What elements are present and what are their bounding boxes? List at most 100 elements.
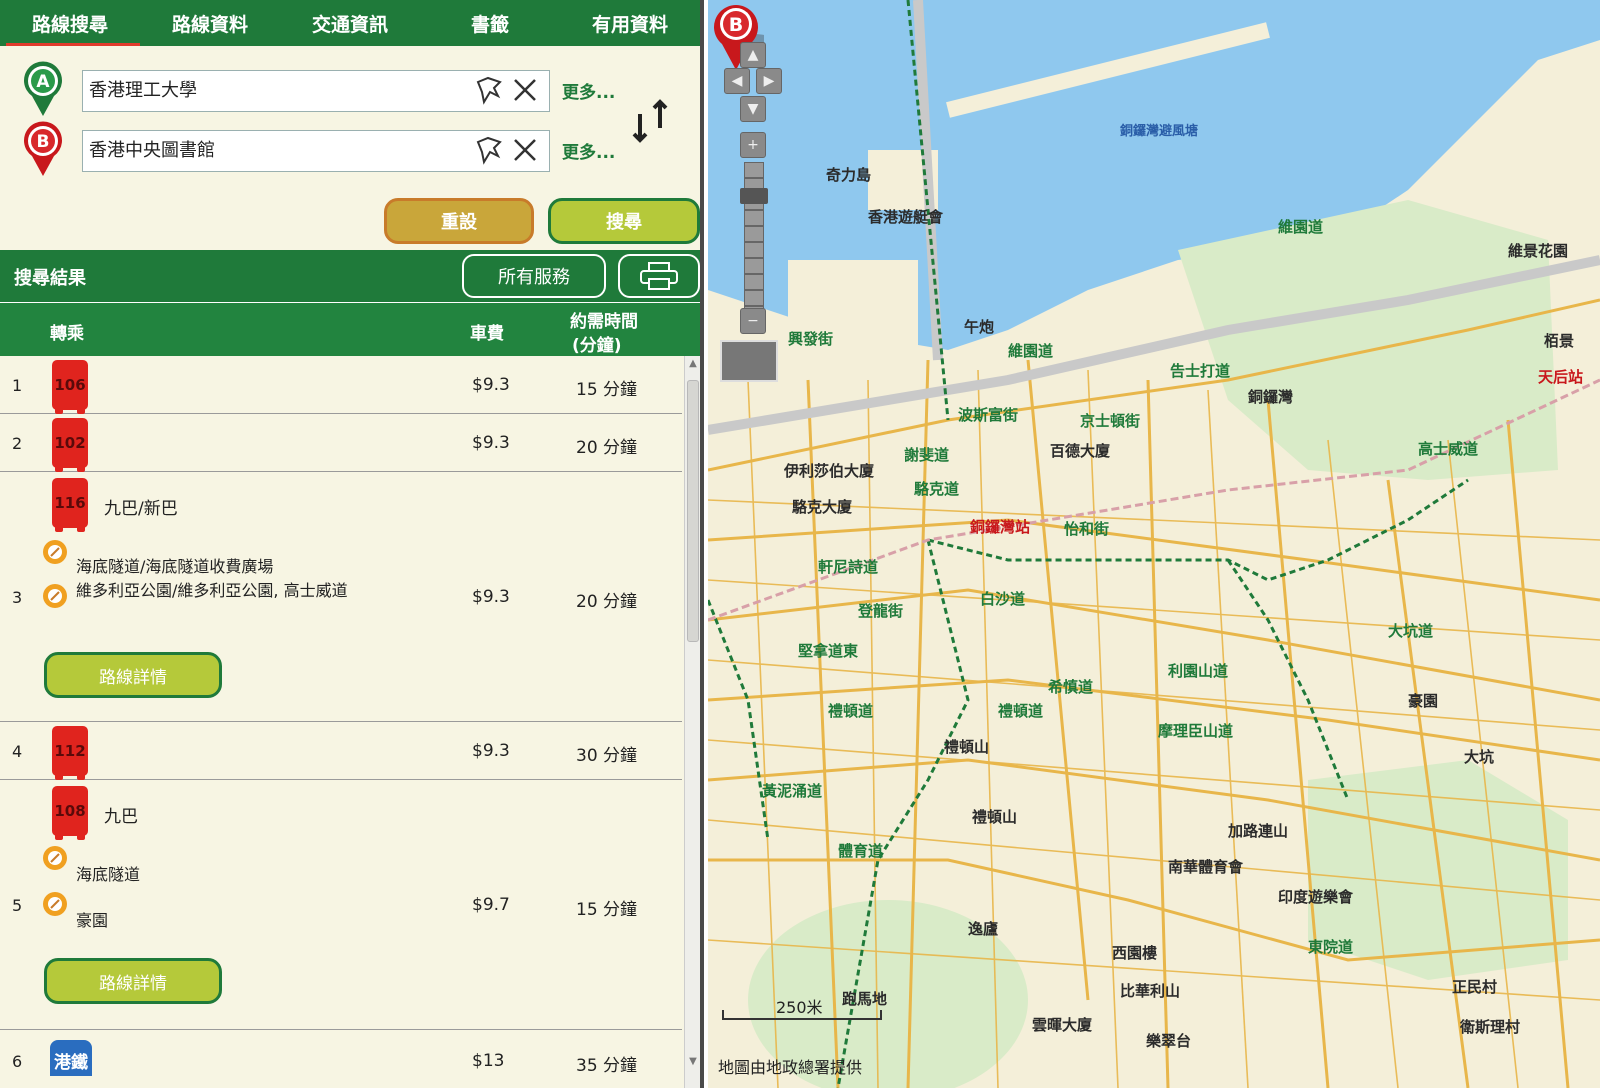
pan-left-icon[interactable]: ◀ <box>724 68 750 94</box>
map-label: 高士威道 <box>1418 440 1479 458</box>
zoom-slider[interactable] <box>744 162 764 312</box>
map-label: 軒尼詩道 <box>818 558 879 576</box>
row-number: 6 <box>12 1052 23 1071</box>
tab-route-info[interactable]: 路線資料 <box>140 0 280 46</box>
bus-route-icon: 116 <box>52 478 88 532</box>
map-label: 正民村 <box>1452 978 1498 996</box>
row-stop-2: 維多利亞公園/維多利亞公園, 高士威道 <box>76 581 348 600</box>
scroll-thumb[interactable] <box>687 380 699 642</box>
pin-b-icon: B <box>23 121 62 176</box>
row-fare: $9.3 <box>472 741 510 761</box>
row-number: 5 <box>12 896 23 915</box>
map-label: 大坑道 <box>1388 622 1434 640</box>
scroll-up-arrow-icon[interactable]: ▲ <box>685 358 700 372</box>
origin-more-link[interactable]: 更多... <box>562 78 615 103</box>
map-label: 波斯富街 <box>958 406 1019 424</box>
row-fare: $13 <box>472 1051 505 1071</box>
tab-traffic-news[interactable]: 交通資訊 <box>280 0 420 46</box>
map-credit: 地圖由地政總署提供 <box>718 1058 863 1077</box>
map-label: 銅鑼灣站 <box>970 518 1031 536</box>
row-stop-2: 豪園 <box>76 911 109 930</box>
tab-useful-info[interactable]: 有用資料 <box>560 0 700 46</box>
row-stop-1: 海底隧道 <box>76 865 141 884</box>
table-row[interactable]: 116 九巴/新巴 海底隧道/海底隧道收費廣場 維多利亞公園/維多利亞公園, 高… <box>0 472 682 722</box>
tab-bookmarks[interactable]: 書籤 <box>420 0 560 46</box>
row-fare: $9.3 <box>472 433 510 453</box>
map-label: 摩理臣山道 <box>1158 722 1234 740</box>
stop-pin-icon <box>43 846 67 870</box>
tab-route-search[interactable]: 路線搜尋 <box>0 0 140 46</box>
map-label: 西園樓 <box>1112 944 1158 962</box>
map-label: 禮頓道 <box>998 702 1044 720</box>
zoom-in-icon[interactable]: + <box>740 132 766 158</box>
route-detail-button[interactable]: 路線詳情 <box>44 958 222 1004</box>
printer-icon <box>640 262 678 290</box>
map-label: 告士打道 <box>1170 362 1231 380</box>
overview-map-toggle[interactable] <box>720 340 778 382</box>
map-label: 大坑 <box>1464 748 1495 766</box>
map-label: 跑馬地 <box>842 990 888 1008</box>
map-view[interactable]: 銅鑼灣避風塘 奇力島 香港遊艇會 維園道 維景花園 午炮 興發街 維園道 告士打… <box>708 0 1600 1088</box>
results-title: 搜尋結果 <box>14 268 86 289</box>
row-fare: $9.3 <box>472 375 510 395</box>
map-label: 銅鑼灣避風塘 <box>1120 124 1199 139</box>
clear-origin-icon[interactable] <box>510 74 540 106</box>
main-nav: 路線搜尋 路線資料 交通資訊 書籤 有用資料 <box>0 0 700 46</box>
search-button[interactable]: 搜尋 <box>548 198 700 244</box>
svg-text:B: B <box>729 14 743 36</box>
map-label: 怡和街 <box>1064 520 1110 538</box>
zoom-out-icon[interactable]: − <box>740 308 766 334</box>
results-column-header: 轉乘 車費 約需時間 (分鐘) <box>0 302 700 356</box>
pan-up-icon[interactable]: ▲ <box>740 42 766 68</box>
reset-button[interactable]: 重設 <box>384 198 534 244</box>
row-number: 3 <box>12 588 23 607</box>
stop-pin-icon <box>43 584 67 608</box>
row-time: 35 分鐘 <box>576 1056 638 1076</box>
swap-route-icon[interactable] <box>626 96 676 146</box>
pan-down-icon[interactable]: ▼ <box>740 96 766 122</box>
map-label: 逸廬 <box>968 920 999 938</box>
row-time: 20 分鐘 <box>576 592 638 612</box>
table-row[interactable]: 4 112 $9.3 30 分鐘 <box>0 722 682 780</box>
pan-right-icon[interactable]: ▶ <box>756 68 782 94</box>
bus-route-icon: 108 <box>52 786 88 840</box>
results-list: 1 106 $9.3 15 分鐘 2 102 $9.3 20 分鐘 116 九巴… <box>0 356 682 1088</box>
zoom-slider-thumb[interactable] <box>740 188 768 204</box>
row-number: 1 <box>12 376 23 395</box>
map-label: 體育道 <box>838 842 884 860</box>
col-time-line1: 約需時間 <box>570 312 638 332</box>
map-label: 衛斯理村 <box>1460 1018 1521 1036</box>
destination-more-link[interactable]: 更多... <box>562 138 615 163</box>
map-label: 伊利莎伯大廈 <box>784 462 875 480</box>
map-label: 登龍街 <box>858 602 904 620</box>
map-label: 栢景 <box>1544 332 1575 350</box>
map-label: 東院道 <box>1308 938 1354 956</box>
table-row[interactable]: 1 106 $9.3 15 分鐘 <box>0 356 682 414</box>
all-services-button[interactable]: 所有服務 <box>462 254 606 298</box>
map-scale-bar <box>722 1010 882 1020</box>
map-label: 利園山道 <box>1168 662 1229 680</box>
row-time: 20 分鐘 <box>576 438 638 458</box>
pin-a-icon: A <box>23 61 62 116</box>
route-detail-button[interactable]: 路線詳情 <box>44 652 222 698</box>
map-label: 駱克大廈 <box>792 498 853 516</box>
map-label: 加路連山 <box>1228 822 1289 840</box>
table-row[interactable]: 108 九巴 海底隧道 豪園 5 $9.7 15 分鐘 路線詳情 <box>0 780 682 1030</box>
pick-on-map-icon[interactable] <box>474 74 504 106</box>
svg-text:A: A <box>36 72 50 92</box>
map-label: 興發街 <box>788 330 834 348</box>
bus-route-icon: 106 <box>52 360 88 414</box>
bus-route-icon: 102 <box>52 418 88 472</box>
scroll-down-arrow-icon[interactable]: ▼ <box>685 1056 700 1070</box>
map-label: 謝斐道 <box>904 446 950 464</box>
pick-on-map-icon[interactable] <box>474 134 504 166</box>
table-row[interactable]: 2 102 $9.3 20 分鐘 <box>0 414 682 472</box>
map-label: 樂翠台 <box>1146 1032 1192 1050</box>
map-label: 白沙道 <box>980 590 1026 608</box>
table-row[interactable]: 6 港鐵 $13 35 分鐘 <box>0 1030 682 1088</box>
print-button[interactable] <box>618 254 700 298</box>
results-scrollbar[interactable]: ▲ ▼ <box>684 356 700 1088</box>
row-time: 15 分鐘 <box>576 900 638 920</box>
col-transfer: 轉乘 <box>50 324 84 344</box>
clear-destination-icon[interactable] <box>510 134 540 166</box>
